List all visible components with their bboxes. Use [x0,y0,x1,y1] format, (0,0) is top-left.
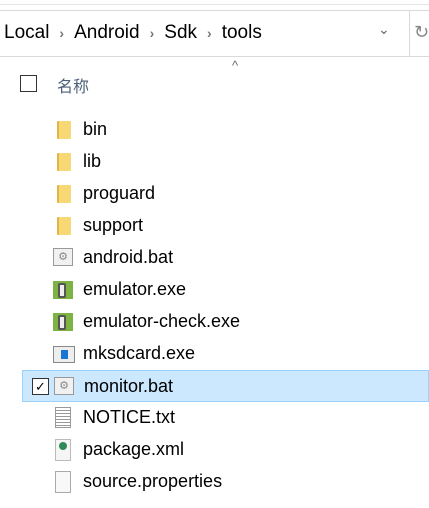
breadcrumb-sdk[interactable]: Sdk [164,22,197,44]
file-row[interactable]: proguard [22,178,429,210]
divider [0,4,429,5]
file-row[interactable]: emulator-check.exe [22,306,429,338]
xml-file-icon [55,439,71,461]
file-name: monitor.bat [84,376,174,396]
folder-icon [57,185,71,203]
file-name: bin [83,119,108,139]
folder-icon [57,217,71,235]
file-name: proguard [83,183,156,203]
select-all-checkbox[interactable] [20,75,37,92]
chevron-right-icon[interactable]: › [150,25,155,41]
breadcrumb: Local › Android › Sdk › tools [4,22,262,44]
file-row[interactable]: bin [22,114,429,146]
file-row[interactable]: mksdcard.exe [22,338,429,370]
chevron-right-icon[interactable]: › [207,25,212,41]
file-name: lib [83,151,102,171]
file-row[interactable]: source.properties [22,466,429,498]
text-file-icon [55,407,71,428]
file-name: package.xml [83,439,185,459]
refresh-icon[interactable]: ↻ [414,22,429,43]
file-name: emulator.exe [83,279,187,299]
file-name: mksdcard.exe [83,343,196,363]
column-header-name[interactable]: 名称 [57,73,89,97]
file-row[interactable]: package.xml [22,434,429,466]
batch-file-icon: ⚙ [54,377,74,395]
file-name: android.bat [83,247,174,267]
folder-icon [57,121,71,139]
sort-ascending-icon: ^ [232,58,239,73]
folder-icon [57,153,71,171]
application-icon [53,346,75,363]
batch-file-icon: ⚙ [53,248,73,266]
address-bar[interactable]: Local › Android › Sdk › tools ⌄ ↻ [0,10,429,57]
file-row[interactable]: lib [22,146,429,178]
file-name: NOTICE.txt [83,407,176,427]
file-row[interactable]: ✓ ⚙ monitor.bat [22,370,429,402]
chevron-right-icon[interactable]: › [59,25,64,41]
breadcrumb-tools[interactable]: tools [222,22,262,44]
file-row[interactable]: NOTICE.txt [22,402,429,434]
emulator-icon [53,313,73,331]
breadcrumb-local[interactable]: Local [4,22,49,44]
file-name: support [83,215,144,235]
breadcrumb-android[interactable]: Android [74,22,140,44]
file-name: emulator-check.exe [83,311,241,331]
emulator-icon [53,281,73,299]
file-row[interactable]: ⚙ android.bat [22,242,429,274]
file-row[interactable]: support [22,210,429,242]
row-checkbox[interactable]: ✓ [32,378,49,395]
file-icon [55,471,71,493]
divider [409,11,410,56]
file-name: source.properties [83,471,223,491]
file-row[interactable]: emulator.exe [22,274,429,306]
chevron-down-icon[interactable]: ⌄ [378,21,390,38]
